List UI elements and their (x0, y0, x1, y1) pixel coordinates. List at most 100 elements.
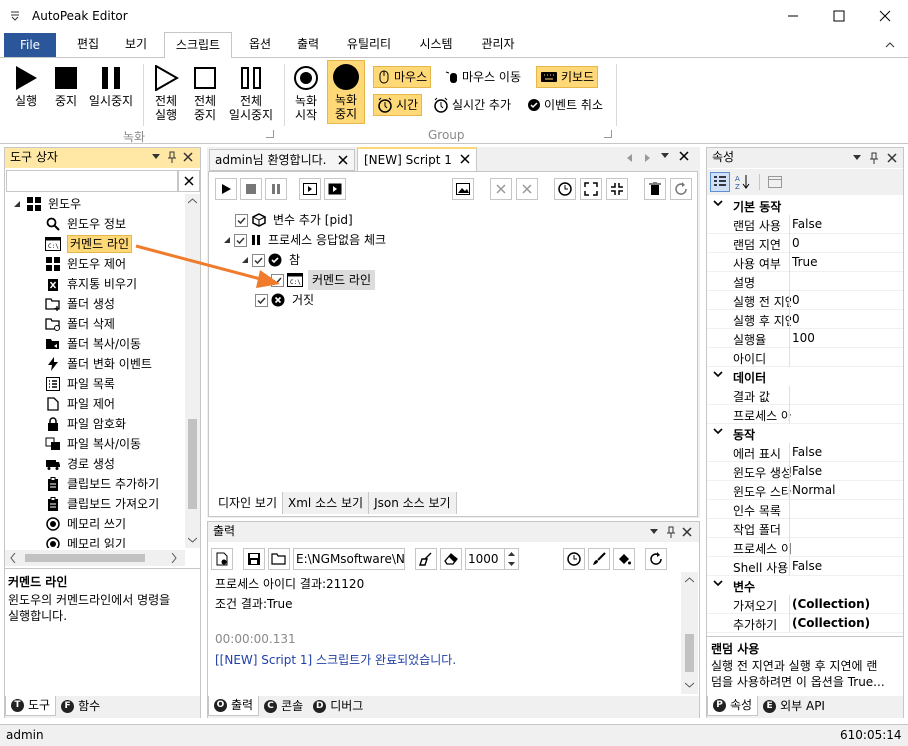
checkbox-checked-icon[interactable] (235, 213, 248, 227)
pause-icon[interactable] (265, 178, 287, 200)
collapse-arrow-icon[interactable] (223, 236, 231, 244)
keyboard-button[interactable]: 키보드 (536, 66, 599, 88)
property-row[interactable]: 추가하기 (Collection) (707, 614, 903, 633)
menu-tab-edit[interactable]: 편집 (66, 32, 110, 58)
stop-all-button[interactable]: 전체 중지 (187, 62, 223, 122)
count-input[interactable] (466, 549, 504, 569)
collapse-ribbon-icon[interactable] (884, 39, 896, 49)
toolbox-item[interactable]: C:\ 커멘드 라인 (5, 234, 185, 254)
toolbox-item[interactable]: 파일 암호화 (5, 414, 185, 434)
property-row[interactable]: 실행 후 지연 0 (707, 310, 903, 329)
clear-search-button[interactable] (178, 170, 200, 192)
tab-welcome[interactable]: admin님 환영합니다. (209, 149, 355, 171)
checkbox-checked-icon[interactable] (252, 253, 265, 267)
close-icon[interactable] (887, 153, 897, 163)
property-row[interactable]: 프로세스 아이디 (707, 405, 903, 424)
stop-icon[interactable] (240, 178, 262, 200)
property-row[interactable]: 프로세스 이름 (707, 538, 903, 557)
script-node-process-check[interactable]: 프로세스 응답없음 체크 (223, 230, 386, 250)
stepper-arrows[interactable] (504, 549, 518, 569)
property-row[interactable]: Shell 사용 False (707, 557, 903, 576)
refresh-icon[interactable] (645, 548, 667, 570)
property-row[interactable]: 에러 표시 False (707, 443, 903, 462)
toolbox-item[interactable]: 경로 생성 (5, 454, 185, 474)
property-category[interactable]: 변수 (707, 576, 903, 595)
tab-functions[interactable]: F 함수 (56, 696, 105, 716)
property-row[interactable]: 사용 여부 True (707, 253, 903, 272)
step-into-icon[interactable] (324, 178, 346, 200)
collapse-icon[interactable] (606, 178, 628, 200)
property-row[interactable]: 아이디 (707, 348, 903, 367)
delete-x-icon[interactable] (516, 178, 538, 200)
run-button[interactable]: 실행 (8, 62, 44, 108)
dropdown-icon[interactable] (650, 529, 658, 535)
clock-icon[interactable] (554, 178, 576, 200)
menu-tab-script[interactable]: 스크립트 (164, 32, 232, 59)
close-editor-icon[interactable] (679, 151, 689, 161)
menu-tab-view[interactable]: 보기 (114, 32, 158, 58)
close-icon[interactable] (682, 527, 692, 537)
property-row[interactable]: 윈도우 스타일Normal (707, 481, 903, 500)
clock-icon[interactable] (563, 548, 585, 570)
close-tab-icon[interactable] (338, 155, 348, 165)
chevron-down-icon[interactable] (713, 198, 723, 208)
record-start-button[interactable]: 녹화 시작 (288, 62, 324, 122)
pin-icon[interactable] (666, 526, 676, 538)
output-scrollbar[interactable] (681, 572, 698, 694)
checkbox-checked-icon[interactable] (271, 273, 284, 287)
tab-json-view[interactable]: Json 소스 보기 (369, 492, 457, 514)
toolbox-item[interactable]: 윈도우 정보 (5, 214, 185, 234)
toolbox-item[interactable]: 파일 목록 (5, 374, 185, 394)
run-all-button[interactable]: 전체 실행 (148, 62, 184, 122)
toolbox-item[interactable]: 휴지통 비우기 (5, 274, 185, 294)
tab-debug[interactable]: D 디버그 (308, 696, 368, 716)
menu-tab-options[interactable]: 옵션 (238, 32, 282, 58)
pause-button[interactable]: 일시중지 (86, 62, 136, 108)
categorized-icon[interactable] (710, 172, 730, 192)
tab-tools[interactable]: T 도구 (5, 696, 57, 716)
minimize-button[interactable] (770, 0, 816, 32)
realtime-add-button[interactable]: 실시간 추가 (430, 94, 514, 116)
close-icon[interactable] (183, 152, 193, 162)
horizontal-scrollbar[interactable] (5, 550, 185, 566)
script-node-command-line[interactable]: C:\ 커멘드 라인 (271, 270, 376, 290)
tab-scroll-left-icon[interactable] (627, 154, 633, 162)
pause-all-button[interactable]: 전체 일시중지 (226, 62, 276, 122)
chevron-down-icon[interactable] (713, 369, 723, 379)
tab-xml-view[interactable]: Xml 소스 보기 (283, 492, 370, 514)
dropdown-icon[interactable] (853, 155, 861, 161)
tree-category-window[interactable]: 윈도우 (5, 194, 185, 214)
pin-icon[interactable] (869, 152, 879, 164)
property-row[interactable]: 결과 값 (707, 386, 903, 405)
dropdown-icon[interactable] (152, 154, 160, 160)
checkbox-checked-icon[interactable] (255, 293, 268, 307)
count-stepper[interactable] (465, 548, 519, 570)
script-node-true[interactable]: 참 (241, 250, 300, 270)
menu-tab-system[interactable]: 시스템 (408, 32, 464, 58)
menu-tab-admin[interactable]: 관리자 (470, 32, 526, 58)
menu-tab-output[interactable]: 출력 (286, 32, 330, 58)
tab-list-icon[interactable] (661, 153, 669, 159)
tab-new-script[interactable]: [NEW] Script 1 (357, 147, 477, 171)
toolbox-item[interactable]: 파일 복사/이동 (5, 434, 185, 454)
menu-tab-file[interactable]: File (4, 33, 56, 57)
open-folder-icon[interactable] (268, 548, 290, 570)
time-button[interactable]: 시간 (373, 94, 423, 116)
chevron-down-icon[interactable] (713, 426, 723, 436)
property-row[interactable]: 윈도우 생성 False (707, 462, 903, 481)
menu-tab-utility[interactable]: 유틸리티 (336, 32, 402, 58)
script-node-add-variable[interactable]: 변수 추가 [pid] (235, 210, 353, 230)
close-button[interactable] (862, 0, 908, 32)
toolbox-item[interactable]: 클립보드 추가하기 (5, 474, 185, 494)
property-row[interactable]: 실행 전 지연 0 (707, 291, 903, 310)
property-row[interactable]: 가져오기 (Collection) (707, 595, 903, 614)
expand-icon[interactable] (580, 178, 602, 200)
vertical-scrollbar[interactable] (185, 194, 200, 548)
paint-bucket-icon[interactable] (613, 548, 635, 570)
stop-button[interactable]: 중지 (48, 62, 84, 108)
property-category[interactable]: 데이터 (707, 367, 903, 386)
property-row[interactable]: 랜덤 지연 0 (707, 234, 903, 253)
tab-external-api[interactable]: E 외부 API (758, 696, 830, 716)
toolbox-item[interactable]: 클립보드 가져오기 (5, 494, 185, 514)
group-launcher-icon[interactable] (604, 130, 612, 138)
